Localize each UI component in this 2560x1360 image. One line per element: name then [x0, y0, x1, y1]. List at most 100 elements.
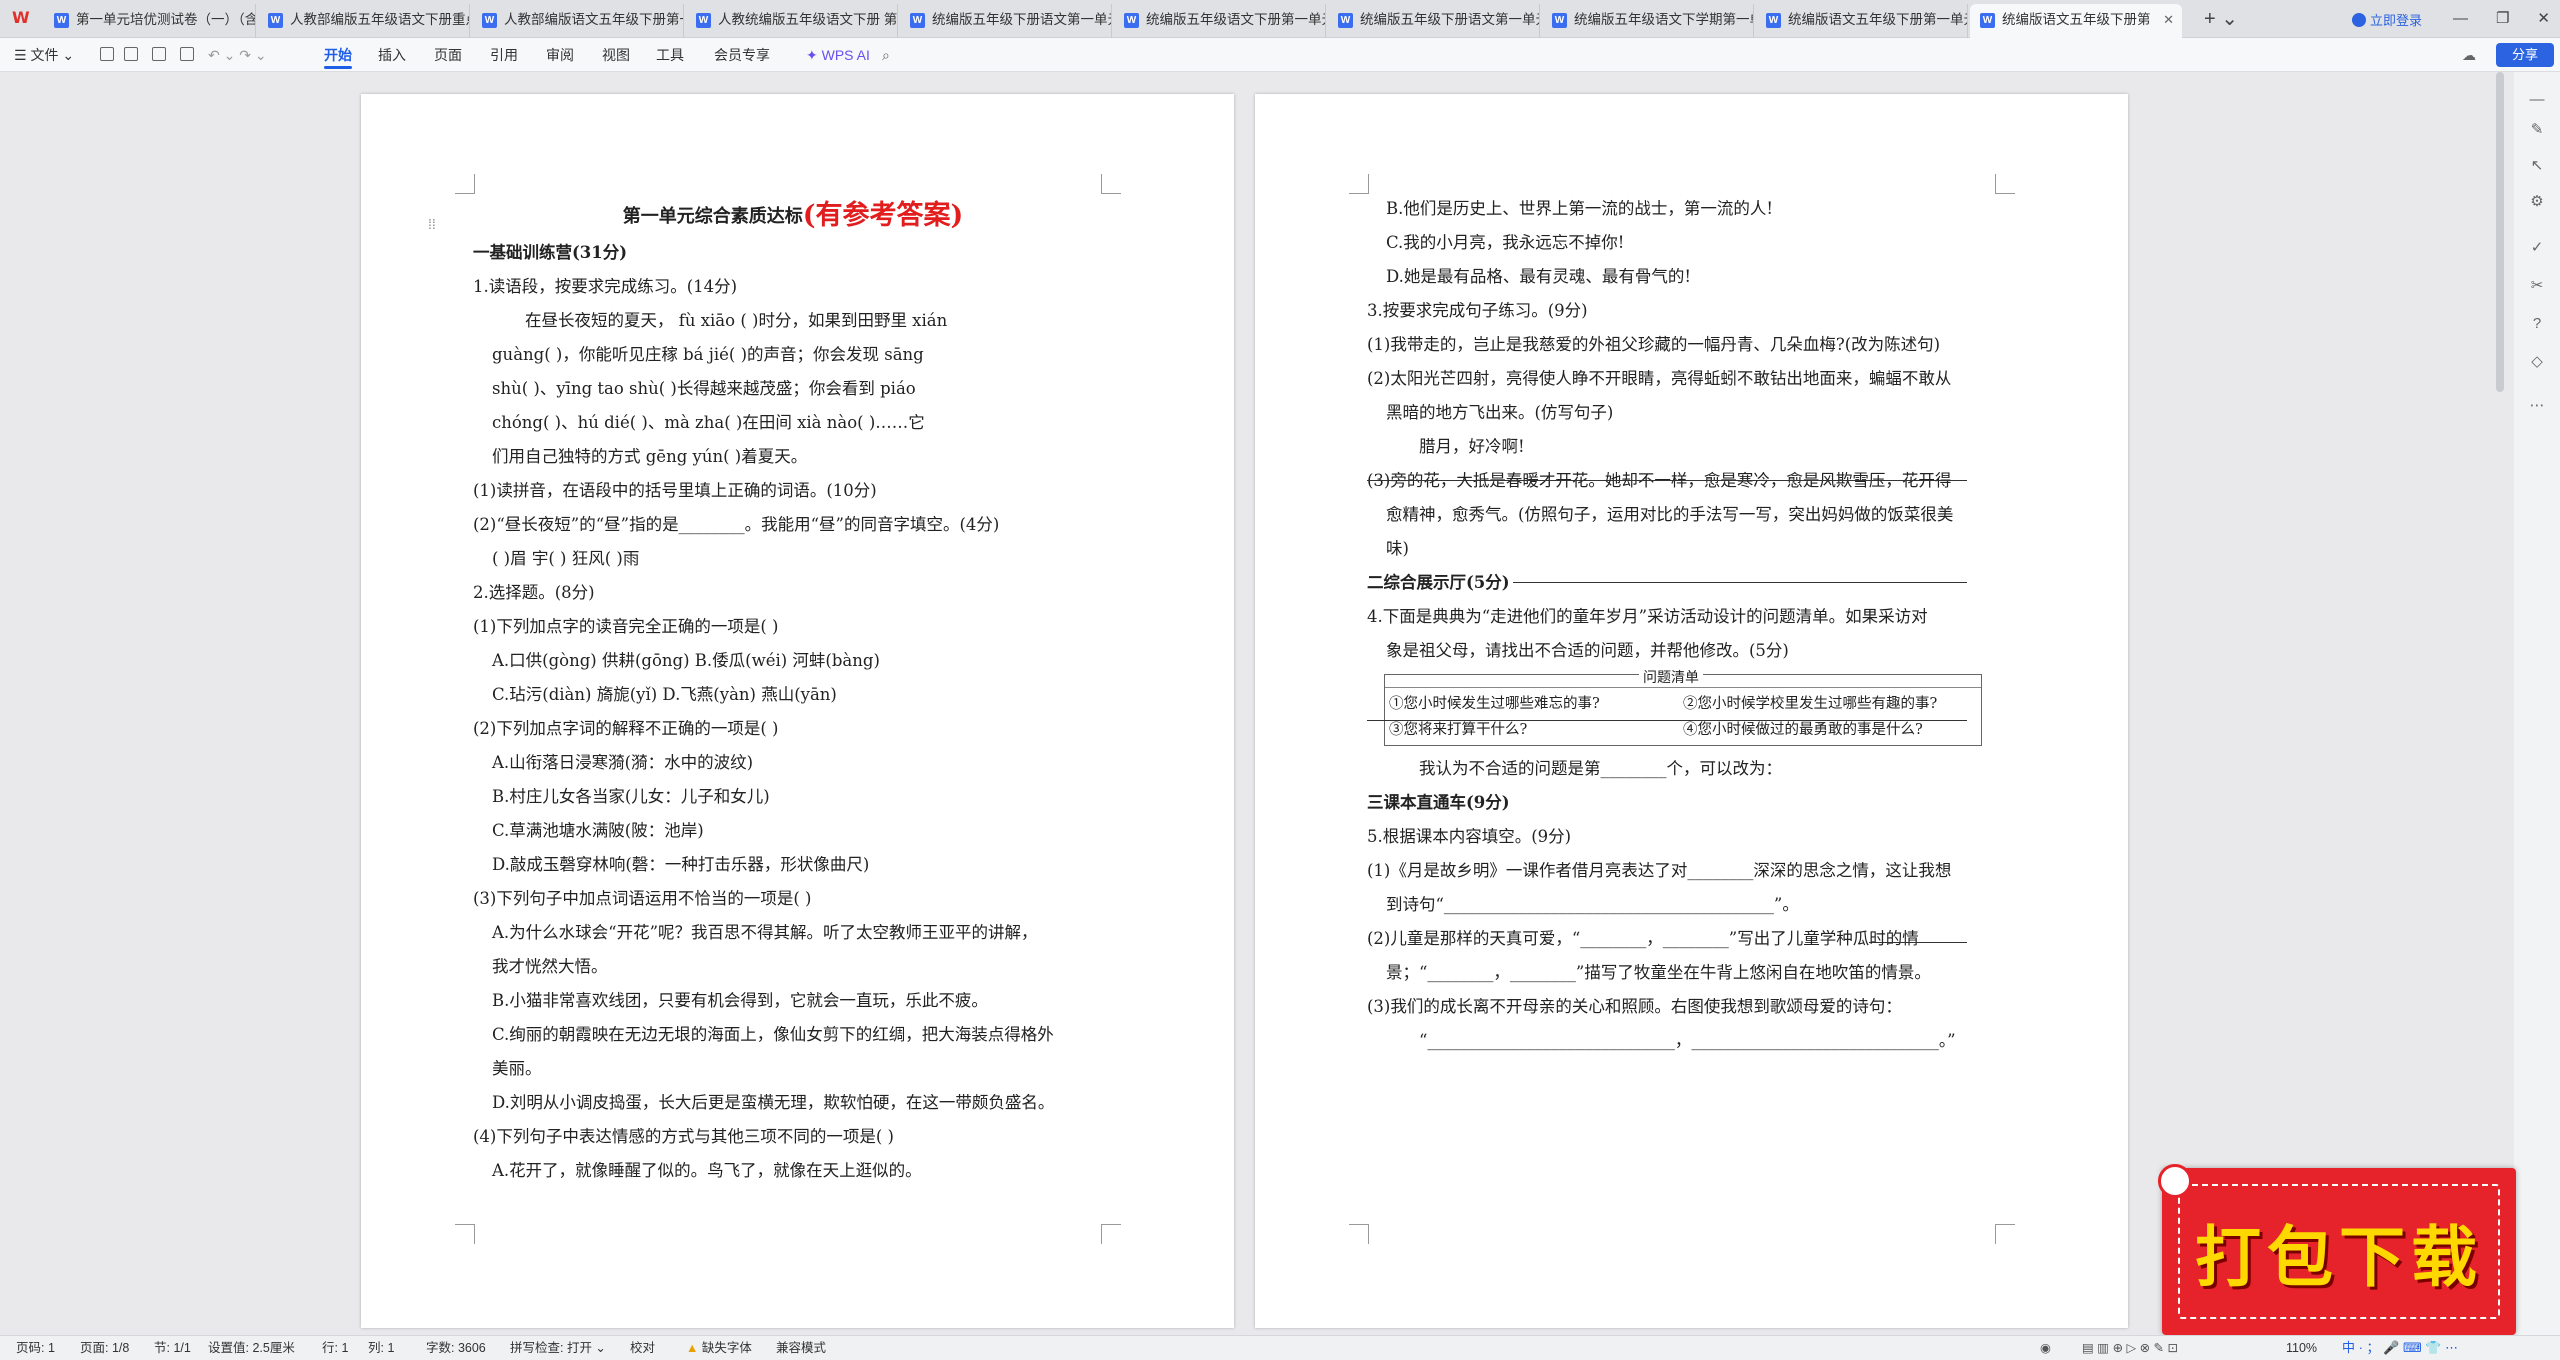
text-line: 景；“________，________”描写了牧童坐在牛背上悠闲自在地吹笛的情… — [1386, 963, 1931, 982]
tools-icon[interactable]: ✂ — [2529, 278, 2545, 294]
status-proof[interactable]: 校对 — [630, 1336, 655, 1360]
tab-label: 统编版五年级下册语文第一单元 — [1360, 12, 1540, 27]
more-icon[interactable]: ⋯ — [2529, 398, 2545, 414]
eye-icon[interactable]: ◉ — [2040, 1336, 2051, 1360]
crop-mark — [1101, 174, 1121, 194]
text-line: 一基础训练营(31分) — [473, 243, 628, 262]
missing-font[interactable]: ▲ 缺失字体 — [686, 1336, 752, 1360]
question-2: ②您小时候学校里发生过哪些有趣的事? — [1683, 696, 1938, 712]
document-tab[interactable]: W 人教统编版五年级语文下册 第1 — [686, 4, 898, 38]
document-tab[interactable]: W 统编版语文五年级下册第一单元 — [1756, 4, 1968, 38]
badge-icon — [2158, 1164, 2192, 1198]
document-tab[interactable]: W 统编版五年级语文下学期第一单 — [1542, 4, 1754, 38]
document-tab[interactable]: W 统编版五年级下册语文第一单元 — [900, 4, 1112, 38]
document-tab[interactable]: W 统编版语文五年级下册第 ✕ — [1970, 4, 2182, 38]
drag-handle-icon[interactable]: ⁞⁞ — [428, 216, 438, 232]
status-col: 列: 1 — [368, 1341, 395, 1355]
menu-tab[interactable]: 会员专享 — [714, 38, 770, 72]
title-answer-note: (有参考答案) — [802, 200, 964, 231]
text-line: 美丽。 — [492, 1059, 542, 1078]
tab-label: 统编版五年级语文下学期第一单 — [1574, 12, 1754, 27]
minimize-button[interactable]: — — [2453, 6, 2468, 32]
text-line: 2.选择题。(8分) — [473, 583, 595, 602]
document-body-left[interactable]: 第一单元综合素质达标(有参考答案) 一基础训练营(31分) 1.读语段，按要求完成… — [473, 196, 1113, 1188]
file-menu[interactable]: ☰ 文件 ⌄ — [14, 38, 74, 72]
crop-mark — [1995, 1224, 2015, 1244]
text-line: 3.按要求完成句子练习。(9分) — [1367, 301, 1588, 320]
text-line: 们用自己独特的方式 gēng yún( )着夏天。 — [492, 447, 808, 466]
text-line: (1)《月是故乡明》一课作者借月亮表达了对________深深的思念之情，这让我… — [1367, 861, 1952, 880]
doc-icon: W — [1338, 13, 1353, 28]
menu-tab[interactable]: 引用 — [490, 38, 518, 72]
share-button[interactable]: 分享 — [2496, 43, 2554, 67]
collapse-icon[interactable]: — — [2529, 92, 2545, 108]
document-tab[interactable]: W 第一单元培优测试卷（一）（含 — [44, 4, 256, 38]
text-line: chóng( )、hú dié( )、mà zha( )在田间 xià nào(… — [492, 413, 925, 432]
text-line: A.为什么水球会“开花”呢？我百思不得其解。听了太空教师王亚平的讲解， — [492, 923, 1038, 942]
menu-tab[interactable]: 开始 — [324, 38, 352, 72]
spell-check-toggle[interactable]: 拼写检查: 打开 ⌄ — [510, 1336, 606, 1360]
status-row: 行: 1 — [322, 1341, 349, 1355]
ribbon-toolbar: ☰ 文件 ⌄ ↶ ⌄ ↷ ⌄ 开始 插入 页面 引用 审阅 视图 工具 会员专享 ✦ WPS … — [0, 38, 2560, 72]
document-body-right[interactable]: B.他们是历史上、世界上第一流的战士，第一流的人! C.我的小月亮，我永远忘不掉你… — [1367, 192, 2007, 1058]
undo-button[interactable]: ↶ ⌄ ↷ ⌄ — [208, 38, 267, 72]
text-line: B.村庄儿女各当家(儿女：儿子和女儿) — [492, 787, 770, 806]
answer-line — [1513, 582, 1967, 583]
text-line: (2)儿童是那样的天真可爱，“________，________”写出了儿童学种… — [1367, 929, 1919, 948]
answer-line — [1367, 480, 1967, 481]
text-line: A.花开了，就像睡醒了似的。鸟飞了，就像在天上逛似的。 — [492, 1161, 922, 1180]
login-button[interactable]: 立即登录 — [2352, 10, 2422, 29]
document-tab[interactable]: W 人教部编版五年级语文下册重点 — [258, 4, 470, 38]
view-mode-icons[interactable]: ▤ ▥ ⊕ ▷ ⊗ ✎ ⊡ — [2082, 1336, 2178, 1360]
search-icon[interactable]: ⌕ — [882, 38, 890, 72]
help-icon[interactable]: ? — [2529, 316, 2545, 332]
preview-icon[interactable] — [180, 47, 194, 61]
settings-icon[interactable]: ⚙ — [2529, 194, 2545, 210]
download-banner[interactable]: 打包下载 — [2158, 1164, 2516, 1335]
menu-tab[interactable]: 页面 — [434, 38, 462, 72]
restore-button[interactable]: ❐ — [2496, 6, 2509, 32]
menu-tab[interactable]: 视图 — [602, 38, 630, 72]
user-icon — [2352, 13, 2366, 27]
edit-icon[interactable]: ✎ — [2529, 122, 2545, 138]
text-line: (4)下列句子中表达情感的方式与其他三项不同的一项是( ) — [473, 1127, 894, 1146]
export-icon[interactable] — [124, 47, 138, 61]
window-controls: — ❐ ✕ — [2453, 6, 2550, 32]
document-tab[interactable]: W 统编版五年级语文下册第一单元 — [1114, 4, 1326, 38]
select-icon[interactable]: ↖ — [2529, 158, 2545, 174]
cloud-icon[interactable]: ☁ — [2462, 38, 2476, 72]
save-icon[interactable] — [100, 47, 114, 61]
status-pages[interactable]: 页面: 1/8 — [80, 1336, 129, 1360]
close-tab-icon[interactable]: ✕ — [2163, 4, 2174, 36]
text-line: 我认为不合适的问题是第________个，可以改为： — [1419, 759, 1782, 778]
text-line: (1)下列加点字的读音完全正确的一项是( ) — [473, 617, 779, 636]
doc-icon: W — [1552, 13, 1567, 28]
new-tab-button[interactable]: + ⌄ — [2204, 6, 2238, 32]
review-icon[interactable]: ✓ — [2529, 240, 2545, 256]
warning-icon: ▲ — [686, 1341, 699, 1355]
tag-icon[interactable]: ◇ — [2529, 354, 2545, 370]
text-line: 黑暗的地方飞出来。(仿写句子) — [1386, 403, 1614, 422]
crop-mark — [1995, 174, 2015, 194]
vertical-scrollbar[interactable] — [2496, 72, 2504, 392]
file-label: 文件 — [30, 47, 59, 63]
doc-icon: W — [910, 13, 925, 28]
document-tab[interactable]: W 人教部编版语文五年级下册第一 — [472, 4, 684, 38]
wps-logo-icon[interactable]: W — [12, 8, 36, 30]
menu-tab[interactable]: 审阅 — [546, 38, 574, 72]
ime-label: 中 · ； 🎤 ⌨ 👕 ⋯ — [2342, 1340, 2459, 1355]
wps-ai-button[interactable]: ✦ WPS AI — [806, 38, 870, 72]
menu-tab[interactable]: 插入 — [378, 38, 406, 72]
ime-toolbar[interactable]: 中 · ； 🎤 ⌨ 👕 ⋯ — [2342, 1339, 2542, 1359]
menu-tab[interactable]: 工具 — [656, 38, 684, 72]
text-line: 1.读语段，按要求完成练习。(14分) — [473, 277, 738, 296]
status-words[interactable]: 字数: 3606 — [426, 1336, 486, 1360]
tab-label: 统编版五年级下册语文第一单元 — [932, 12, 1112, 27]
document-tab[interactable]: W 统编版五年级下册语文第一单元 — [1328, 4, 1540, 38]
banner-text: 打包下载 — [2195, 1219, 2483, 1296]
text-line: (1)我带走的，岂止是我慈爱的外祖父珍藏的一幅丹青、几朵血梅?(改为陈述句) — [1367, 335, 1941, 354]
zoom-level[interactable]: 110% — [2286, 1336, 2317, 1360]
text-line: D.她是最有品格、最有灵魂、最有骨气的! — [1386, 267, 1692, 286]
print-icon[interactable] — [152, 47, 166, 61]
close-button[interactable]: ✕ — [2537, 6, 2550, 32]
